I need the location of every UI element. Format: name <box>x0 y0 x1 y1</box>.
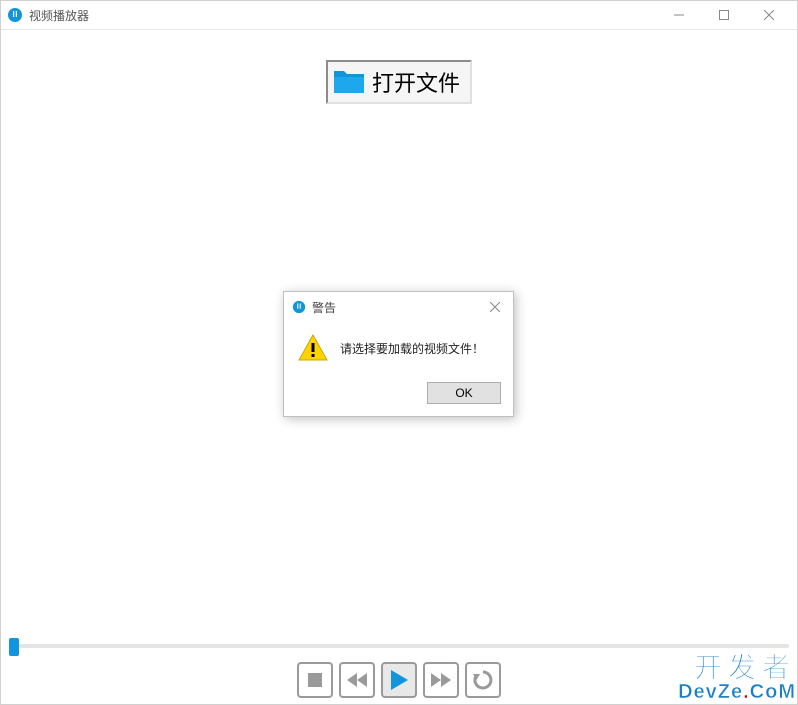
forward-icon <box>430 671 452 689</box>
close-icon <box>490 302 500 312</box>
dialog-body: 请选择要加载的视频文件！ <box>284 322 513 374</box>
close-icon <box>764 10 774 20</box>
repeat-button[interactable] <box>465 662 501 698</box>
ok-label: OK <box>455 386 472 400</box>
warning-icon <box>298 334 328 362</box>
app-icon <box>7 7 23 23</box>
dialog-title: 警告 <box>312 299 479 316</box>
maximize-icon <box>719 10 729 20</box>
stop-icon <box>306 671 324 689</box>
minimize-icon <box>674 10 684 20</box>
maximize-button[interactable] <box>701 1 746 29</box>
slider-handle[interactable] <box>9 638 19 656</box>
ok-button[interactable]: OK <box>427 382 501 404</box>
titlebar: 视频播放器 <box>1 1 797 30</box>
dialog-app-icon <box>292 300 306 314</box>
folder-icon <box>332 67 366 97</box>
playback-controls <box>1 660 797 704</box>
window-title: 视频播放器 <box>29 7 656 24</box>
dialog-message: 请选择要加载的视频文件！ <box>340 340 484 357</box>
close-button[interactable] <box>746 1 791 29</box>
forward-button[interactable] <box>423 662 459 698</box>
open-file-button[interactable]: 打开文件 <box>326 60 472 104</box>
rewind-button[interactable] <box>339 662 375 698</box>
window-controls <box>656 1 791 29</box>
stop-button[interactable] <box>297 662 333 698</box>
warning-dialog: 警告 请选择要加载的视频文件！ OK <box>283 291 514 417</box>
repeat-icon <box>472 669 494 691</box>
dialog-titlebar: 警告 <box>284 292 513 322</box>
slider-track <box>9 644 789 648</box>
play-icon <box>389 669 409 691</box>
rewind-icon <box>346 671 368 689</box>
open-file-label: 打开文件 <box>372 66 460 98</box>
play-button[interactable] <box>381 662 417 698</box>
minimize-button[interactable] <box>656 1 701 29</box>
dialog-footer: OK <box>284 374 513 416</box>
progress-slider[interactable] <box>1 632 797 660</box>
dialog-close-button[interactable] <box>485 297 505 317</box>
